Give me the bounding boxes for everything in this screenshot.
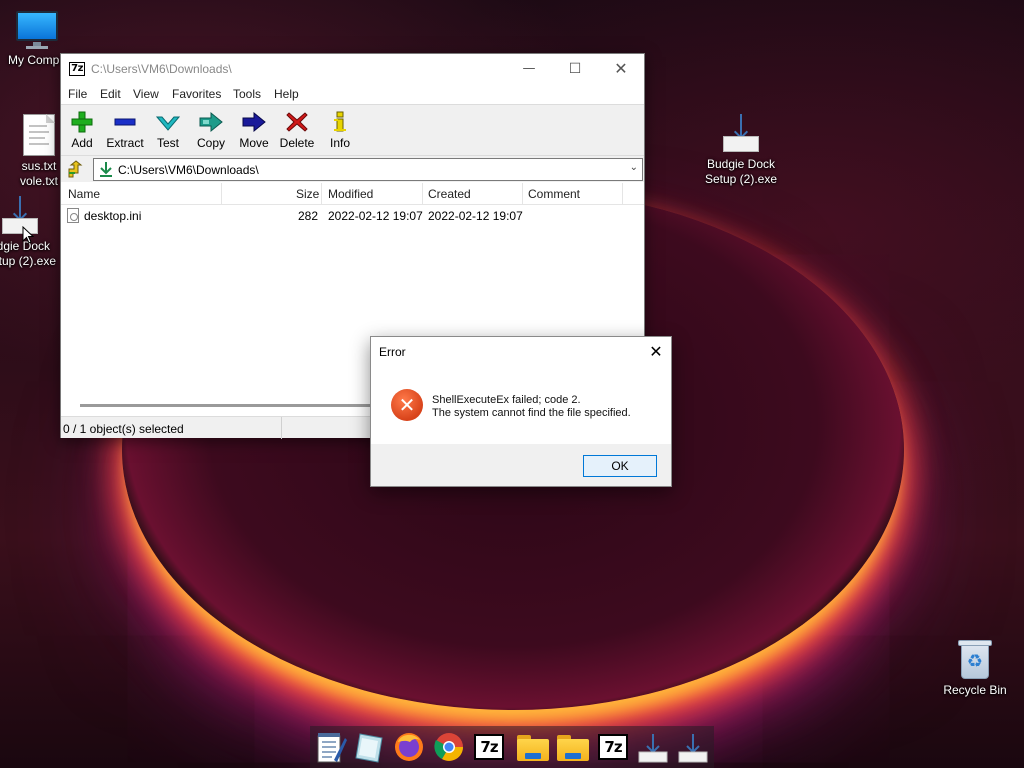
extract-label: Extract: [106, 136, 144, 150]
error-message-line2: The system cannot find the file specifie…: [432, 407, 631, 419]
menu-edit[interactable]: Edit: [100, 87, 121, 101]
column-created[interactable]: Created: [428, 187, 471, 201]
folder-icon[interactable]: [516, 730, 550, 764]
window-title: C:\Users\VM6\Downloads\: [91, 62, 232, 76]
scrollbar-thumb[interactable]: [80, 404, 380, 407]
file-list-header: Name Size Modified Created Comment: [61, 183, 644, 205]
delete-label: Delete: [279, 136, 315, 150]
menu-favorites[interactable]: Favorites: [172, 87, 221, 101]
chevron-down-icon[interactable]: ⌄: [630, 162, 638, 173]
error-x-icon: ✕: [391, 389, 423, 421]
installer-icon: [0, 196, 42, 236]
copy-arrow-icon: [199, 111, 223, 133]
address-path: C:\Users\VM6\Downloads\: [118, 163, 259, 177]
plus-icon: [71, 111, 93, 133]
test-button[interactable]: Test: [145, 107, 191, 155]
add-label: Add: [71, 136, 93, 150]
editor-icon[interactable]: [352, 730, 386, 764]
column-modified[interactable]: Modified: [328, 187, 373, 201]
notepad-icon[interactable]: [314, 730, 348, 764]
desktop-icon-label: My Compu: [7, 53, 66, 67]
minimize-button[interactable]: —: [506, 54, 552, 84]
maximize-button[interactable]: ☐: [552, 54, 598, 84]
column-comment[interactable]: Comment: [528, 187, 580, 201]
info-icon: [334, 111, 346, 132]
add-button[interactable]: Add: [59, 107, 105, 155]
menu-view[interactable]: View: [133, 87, 159, 101]
menu-help[interactable]: Help: [274, 87, 299, 101]
ok-button[interactable]: OK: [583, 455, 657, 477]
download-folder-icon: [100, 162, 112, 177]
sevenzip-icon[interactable]: 7z: [596, 730, 630, 764]
delete-button[interactable]: Delete: [274, 107, 320, 155]
minus-icon: [114, 118, 136, 126]
status-divider: [281, 417, 282, 439]
column-divider[interactable]: [422, 183, 423, 205]
column-divider[interactable]: [221, 183, 222, 205]
file-row[interactable]: desktop.ini 282 2022-02-12 19:07 2022-02…: [61, 207, 644, 225]
folder-up-icon[interactable]: [65, 159, 85, 179]
dialog-footer: OK: [371, 444, 671, 486]
sevenzip-icon[interactable]: 7z: [472, 730, 506, 764]
close-icon[interactable]: ✕: [643, 339, 669, 365]
window-titlebar[interactable]: 7z C:\Users\VM6\Downloads\ — ☐ ✕: [61, 54, 644, 84]
installer-icon[interactable]: [676, 730, 710, 764]
taskbar-dock: 7z 7z: [310, 726, 714, 768]
installer-icon: [719, 114, 763, 154]
move-label: Move: [239, 136, 269, 150]
sevenzip-app-icon: 7z: [69, 62, 85, 76]
settings-file-icon: [67, 208, 79, 223]
desktop-icon-budgie-setup-left[interactable]: udgie Dock Setup (2).exe: [0, 196, 68, 269]
error-message-line1: ShellExecuteEx failed; code 2.: [432, 394, 581, 406]
desktop-icon-label: Recycle Bin: [943, 683, 1007, 697]
menu-tools[interactable]: Tools: [233, 87, 261, 101]
installer-icon[interactable]: [636, 730, 670, 764]
move-button[interactable]: Move: [231, 107, 277, 155]
test-label: Test: [156, 136, 179, 150]
desktop-icon-label: Budgie Dock Setup (2).exe: [704, 157, 778, 186]
address-bar: C:\Users\VM6\Downloads\ ⌄: [61, 156, 644, 182]
folder-icon[interactable]: [556, 730, 590, 764]
info-button[interactable]: Info: [317, 107, 363, 155]
file-size: 282: [298, 209, 319, 223]
menu-file[interactable]: File: [68, 87, 87, 101]
dialog-title: Error: [379, 345, 406, 359]
copy-label: Copy: [196, 136, 225, 150]
delete-x-icon: [286, 112, 308, 132]
status-text: 0 / 1 object(s) selected: [63, 422, 184, 436]
error-dialog: Error ✕ ✕ ShellExecuteEx failed; code 2.…: [370, 336, 672, 487]
copy-button[interactable]: Copy: [188, 107, 234, 155]
check-icon: [156, 116, 180, 131]
menu-bar: File Edit View Favorites Tools Help: [61, 84, 644, 104]
desktop-icon-recycle-bin[interactable]: ♻ Recycle Bin: [930, 638, 1020, 698]
file-name: desktop.ini: [84, 209, 142, 223]
mouse-cursor-icon: [22, 226, 34, 244]
column-size[interactable]: Size: [296, 187, 319, 201]
close-button[interactable]: ✕: [598, 54, 644, 84]
text-file-icon: [23, 114, 55, 156]
info-label: Info: [329, 136, 350, 150]
column-divider[interactable]: [622, 183, 623, 205]
column-name[interactable]: Name: [68, 187, 100, 201]
move-arrow-icon: [242, 111, 266, 133]
firefox-icon[interactable]: [392, 730, 426, 764]
desktop-icon-budgie-setup-right[interactable]: Budgie Dock Setup (2).exe: [696, 114, 786, 187]
extract-button[interactable]: Extract: [102, 107, 148, 155]
address-input[interactable]: C:\Users\VM6\Downloads\ ⌄: [93, 158, 643, 181]
column-divider[interactable]: [321, 183, 322, 205]
file-modified: 2022-02-12 19:07: [328, 209, 423, 223]
file-created: 2022-02-12 19:07: [428, 209, 523, 223]
recycle-bin-icon: ♻: [958, 638, 992, 680]
monitor-icon: [15, 10, 59, 50]
column-divider[interactable]: [522, 183, 523, 205]
chrome-icon[interactable]: [432, 730, 466, 764]
toolbar: Add Extract Test Copy Move Delete Info: [61, 104, 644, 156]
